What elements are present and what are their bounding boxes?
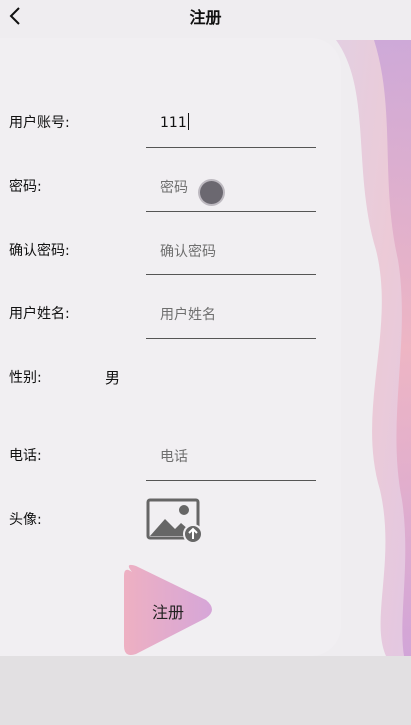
phone-label: 电话:	[9, 448, 42, 464]
touch-indicator	[200, 181, 223, 204]
password-input[interactable]: 密码	[160, 177, 188, 197]
real-name-underline	[146, 338, 316, 339]
gender-label: 性别:	[9, 370, 42, 386]
confirm-password-input[interactable]: 确认密码	[160, 241, 216, 261]
password-underline	[146, 211, 316, 212]
confirm-password-label: 确认密码:	[9, 243, 70, 259]
text-cursor	[187, 113, 189, 130]
account-label: 用户账号:	[9, 115, 70, 131]
app-screen: 注册 用户账号: 111 密码: 密码 确认密码: 确认密码 用户姓名: 用户姓…	[0, 0, 411, 656]
password-label: 密码:	[9, 179, 42, 195]
page-title: 注册	[189, 8, 222, 27]
image-upload-icon[interactable]	[146, 498, 204, 544]
navigation-bar: 注册	[0, 0, 411, 34]
account-input-value: 111	[160, 115, 187, 131]
account-input[interactable]: 111	[160, 113, 189, 131]
phone-input[interactable]: 电话	[160, 446, 188, 466]
avatar-label: 头像:	[9, 512, 42, 528]
real-name-input[interactable]: 用户姓名	[160, 304, 216, 324]
real-name-label: 用户姓名:	[9, 306, 70, 322]
gender-selector[interactable]: 男	[105, 367, 120, 388]
account-underline	[146, 147, 316, 148]
confirm-password-underline	[146, 274, 316, 275]
register-button-label: 注册	[152, 603, 185, 622]
phone-underline	[146, 480, 316, 481]
